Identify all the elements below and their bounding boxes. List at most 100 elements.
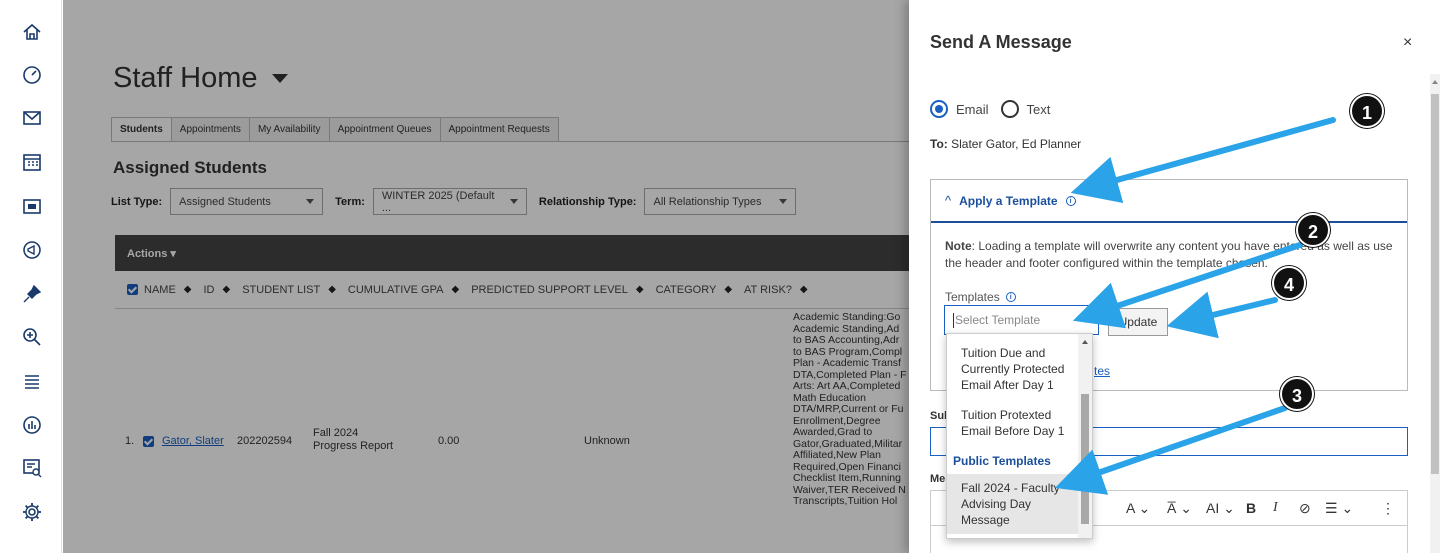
megaphone-icon[interactable]: [21, 239, 43, 261]
sort-icon[interactable]: ◆: [451, 284, 459, 295]
templates-label: Templates i: [945, 290, 1016, 304]
templates-label-text: Templates: [945, 290, 1000, 304]
left-nav-rail: [0, 0, 62, 553]
pin-icon[interactable]: [21, 283, 43, 305]
sort-icon[interactable]: ◆: [222, 284, 230, 295]
tab-bar: Students Appointments My Availability Ap…: [111, 117, 909, 142]
relationship-type-label: Relationship Type:: [538, 195, 637, 208]
tab-students[interactable]: Students: [111, 117, 172, 141]
mail-icon[interactable]: [21, 107, 43, 129]
manage-templates-link[interactable]: tes: [1094, 364, 1110, 378]
link-icon[interactable]: ⊘: [1299, 500, 1311, 517]
more-icon[interactable]: ⋮: [1381, 500, 1395, 517]
term-value: WINTER 2025 (Default ...: [381, 189, 495, 214]
close-icon[interactable]: ×: [1403, 34, 1412, 52]
home-icon[interactable]: [21, 21, 43, 43]
sort-icon[interactable]: ◆: [800, 284, 808, 295]
sort-icon[interactable]: ◆: [328, 284, 336, 295]
tab-appointment-requests[interactable]: Appointment Requests: [439, 117, 559, 141]
annotation-badge-2: 2: [1296, 213, 1330, 247]
font-color-button[interactable]: A ⌄: [1126, 500, 1150, 517]
scroll-thumb[interactable]: [1081, 394, 1089, 524]
column-id[interactable]: ID: [203, 284, 214, 296]
column-predicted-support[interactable]: PREDICTED SUPPORT LEVEL: [471, 284, 628, 296]
recipient-value: Slater Gator, Ed Planner: [951, 137, 1082, 151]
column-category[interactable]: CATEGORY: [656, 284, 717, 296]
apply-template-toggle[interactable]: ^ Apply a Template i: [931, 180, 1407, 223]
chevron-down-icon: [509, 199, 518, 204]
category-line: Checklist Item,Running: [793, 472, 901, 484]
category-cell: Academic Standing:Go Academic Standing,Ad…: [793, 312, 909, 508]
highlight-button[interactable]: A̅ ⌄: [1167, 500, 1192, 517]
settings-icon[interactable]: [21, 501, 43, 523]
chevron-down-icon: [779, 199, 788, 204]
page-title-text: Staff Home: [113, 62, 258, 94]
search-zoom-icon[interactable]: [21, 326, 43, 348]
template-select-placeholder: Select Template: [955, 313, 1041, 327]
chevron-up-icon: ^: [945, 193, 952, 208]
relationship-type-value: All Relationship Types: [653, 195, 762, 208]
column-at-risk[interactable]: AT RISK?: [744, 284, 792, 296]
list-icon[interactable]: [21, 370, 43, 392]
cumulative-gpa: 0.00: [438, 435, 460, 447]
email-radio-label: Email: [956, 101, 989, 117]
section-title: Assigned Students: [113, 158, 267, 177]
page-title[interactable]: Staff Home: [113, 62, 288, 95]
list-type-label: List Type:: [111, 195, 163, 208]
sort-icon[interactable]: ◆: [184, 284, 192, 295]
text-radio-label: Text: [1026, 101, 1051, 117]
category-line: DTA/MRP,Current or Fu: [793, 403, 904, 415]
annotation-badge-3: 3: [1280, 377, 1314, 411]
column-student-list[interactable]: STUDENT LIST: [242, 284, 320, 296]
font-size-button[interactable]: AI ⌄: [1206, 500, 1235, 517]
to-label: To:: [930, 137, 948, 151]
tab-my-availability[interactable]: My Availability: [248, 117, 330, 141]
category-line: Plan - Academic Transf: [793, 357, 901, 369]
reports-icon[interactable]: [21, 414, 43, 436]
relationship-type-select[interactable]: All Relationship Types: [644, 188, 797, 215]
template-option[interactable]: Tuition Protexted Email Before Day 1: [961, 407, 1076, 439]
chevron-down-icon: [306, 199, 315, 204]
info-icon[interactable]: i: [1005, 292, 1016, 302]
student-list: Fall 2024 Progress Report: [313, 427, 394, 452]
template-note: Note: Loading a template will overwrite …: [945, 238, 1395, 272]
template-option[interactable]: Tuition Due and Currently Protected Emai…: [961, 345, 1076, 393]
actions-menu[interactable]: Actions ▾: [115, 235, 909, 271]
tab-appointments[interactable]: Appointments: [170, 117, 250, 141]
bold-button[interactable]: B: [1246, 500, 1256, 516]
chat-search-icon[interactable]: [21, 457, 43, 479]
select-all-checkbox[interactable]: [127, 284, 138, 295]
text-radio[interactable]: [1000, 100, 1019, 118]
term-select[interactable]: WINTER 2025 (Default ...: [372, 188, 527, 215]
column-header-row: NAME ◆ ID ◆ STUDENT LIST ◆ CUMULATIVE GPA ◆ …: [115, 271, 909, 309]
student-name-link[interactable]: Gator, Slater: [162, 435, 224, 447]
template-option-selected[interactable]: Fall 2024 - Faculty Advising Day Message: [947, 474, 1080, 534]
folder-icon[interactable]: [21, 195, 43, 217]
annotation-badge-1: 1: [1350, 94, 1384, 128]
annotation-badge-4: 4: [1272, 266, 1306, 300]
dropdown-scrollbar[interactable]: [1078, 334, 1092, 538]
update-button[interactable]: Update: [1108, 308, 1168, 336]
italic-button[interactable]: I: [1273, 500, 1278, 516]
sort-icon[interactable]: ◆: [636, 284, 644, 295]
scroll-thumb[interactable]: [1431, 94, 1439, 474]
sort-icon[interactable]: ◆: [724, 284, 732, 295]
dashboard-icon[interactable]: [21, 63, 43, 85]
drawer-scrollbar[interactable]: [1430, 74, 1440, 553]
tab-appointment-queues[interactable]: Appointment Queues: [328, 117, 441, 141]
scroll-up-icon[interactable]: [1082, 340, 1088, 344]
template-select[interactable]: Select Template ^: [944, 305, 1099, 335]
note-label: Note: [945, 239, 972, 253]
filter-bar: List Type: Assigned Students Term: WINTE…: [111, 188, 797, 215]
calendar-icon[interactable]: [21, 151, 43, 173]
list-type-select[interactable]: Assigned Students: [170, 188, 324, 215]
student-id: 202202594: [237, 435, 293, 447]
info-icon[interactable]: i: [1065, 195, 1076, 206]
column-cumulative-gpa[interactable]: CUMULATIVE GPA: [348, 284, 444, 296]
chevron-down-icon[interactable]: [271, 74, 288, 83]
column-name[interactable]: NAME: [144, 284, 176, 296]
row-checkbox[interactable]: [143, 436, 154, 447]
email-radio[interactable]: [930, 100, 948, 118]
scroll-up-icon[interactable]: [1432, 80, 1438, 84]
list-button[interactable]: ☰ ⌄: [1325, 500, 1353, 517]
